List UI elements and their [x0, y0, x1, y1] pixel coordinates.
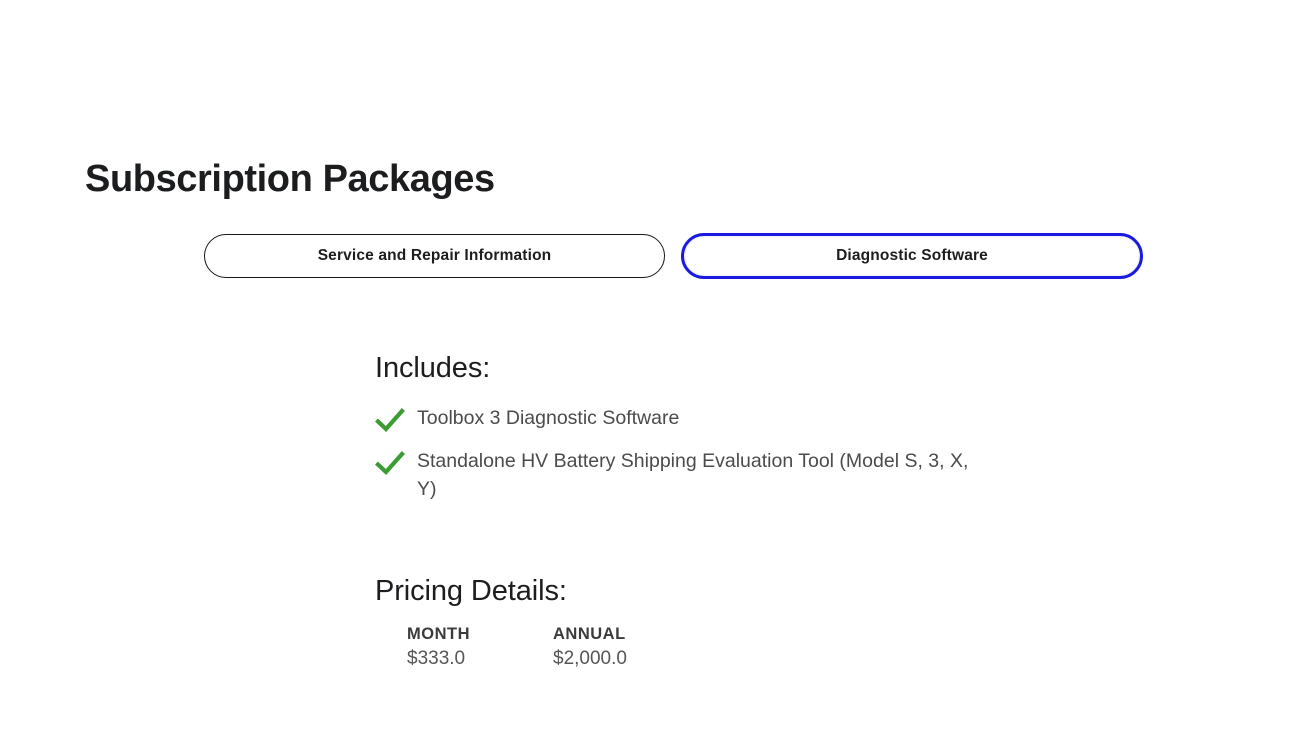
tab-service-and-repair-information[interactable]: Service and Repair Information	[204, 234, 665, 278]
pricing-heading: Pricing Details:	[375, 575, 567, 607]
list-item-label: Toolbox 3 Diagnostic Software	[417, 407, 680, 429]
package-details: Includes: Toolbox 3 Diagnostic Software …	[375, 348, 1015, 670]
price-annual: $2,000.0	[553, 648, 627, 669]
pricing-details-block: Pricing Details: MONTH ANNUAL $333.0 $2,…	[375, 571, 1015, 670]
page-title: Subscription Packages	[85, 158, 495, 201]
subscription-packages-page: Subscription Packages Service and Repair…	[0, 0, 1300, 736]
package-tab-group: Service and Repair Information Diagnosti…	[204, 233, 1143, 279]
check-icon	[375, 450, 405, 478]
table-header-row: MONTH ANNUAL	[375, 625, 713, 648]
table-row: $333.0 $2,000.0	[375, 648, 713, 670]
includes-heading: Includes:	[375, 352, 491, 384]
includes-list: Toolbox 3 Diagnostic Software Standalone…	[375, 404, 1015, 503]
price-month: $333.0	[407, 648, 466, 669]
list-item: Standalone HV Battery Shipping Evaluatio…	[375, 447, 1015, 503]
tab-label: Service and Repair Information	[317, 247, 552, 264]
check-icon	[375, 407, 405, 435]
tab-label: Diagnostic Software	[836, 247, 988, 264]
list-item-label: Standalone HV Battery Shipping Evaluatio…	[417, 450, 969, 500]
column-header-annual: ANNUAL	[553, 625, 626, 643]
list-item: Toolbox 3 Diagnostic Software	[375, 404, 1015, 435]
tab-diagnostic-software[interactable]: Diagnostic Software	[681, 233, 1143, 279]
column-header-month: MONTH	[407, 625, 470, 643]
pricing-table: MONTH ANNUAL $333.0 $2,000.0	[375, 625, 713, 670]
